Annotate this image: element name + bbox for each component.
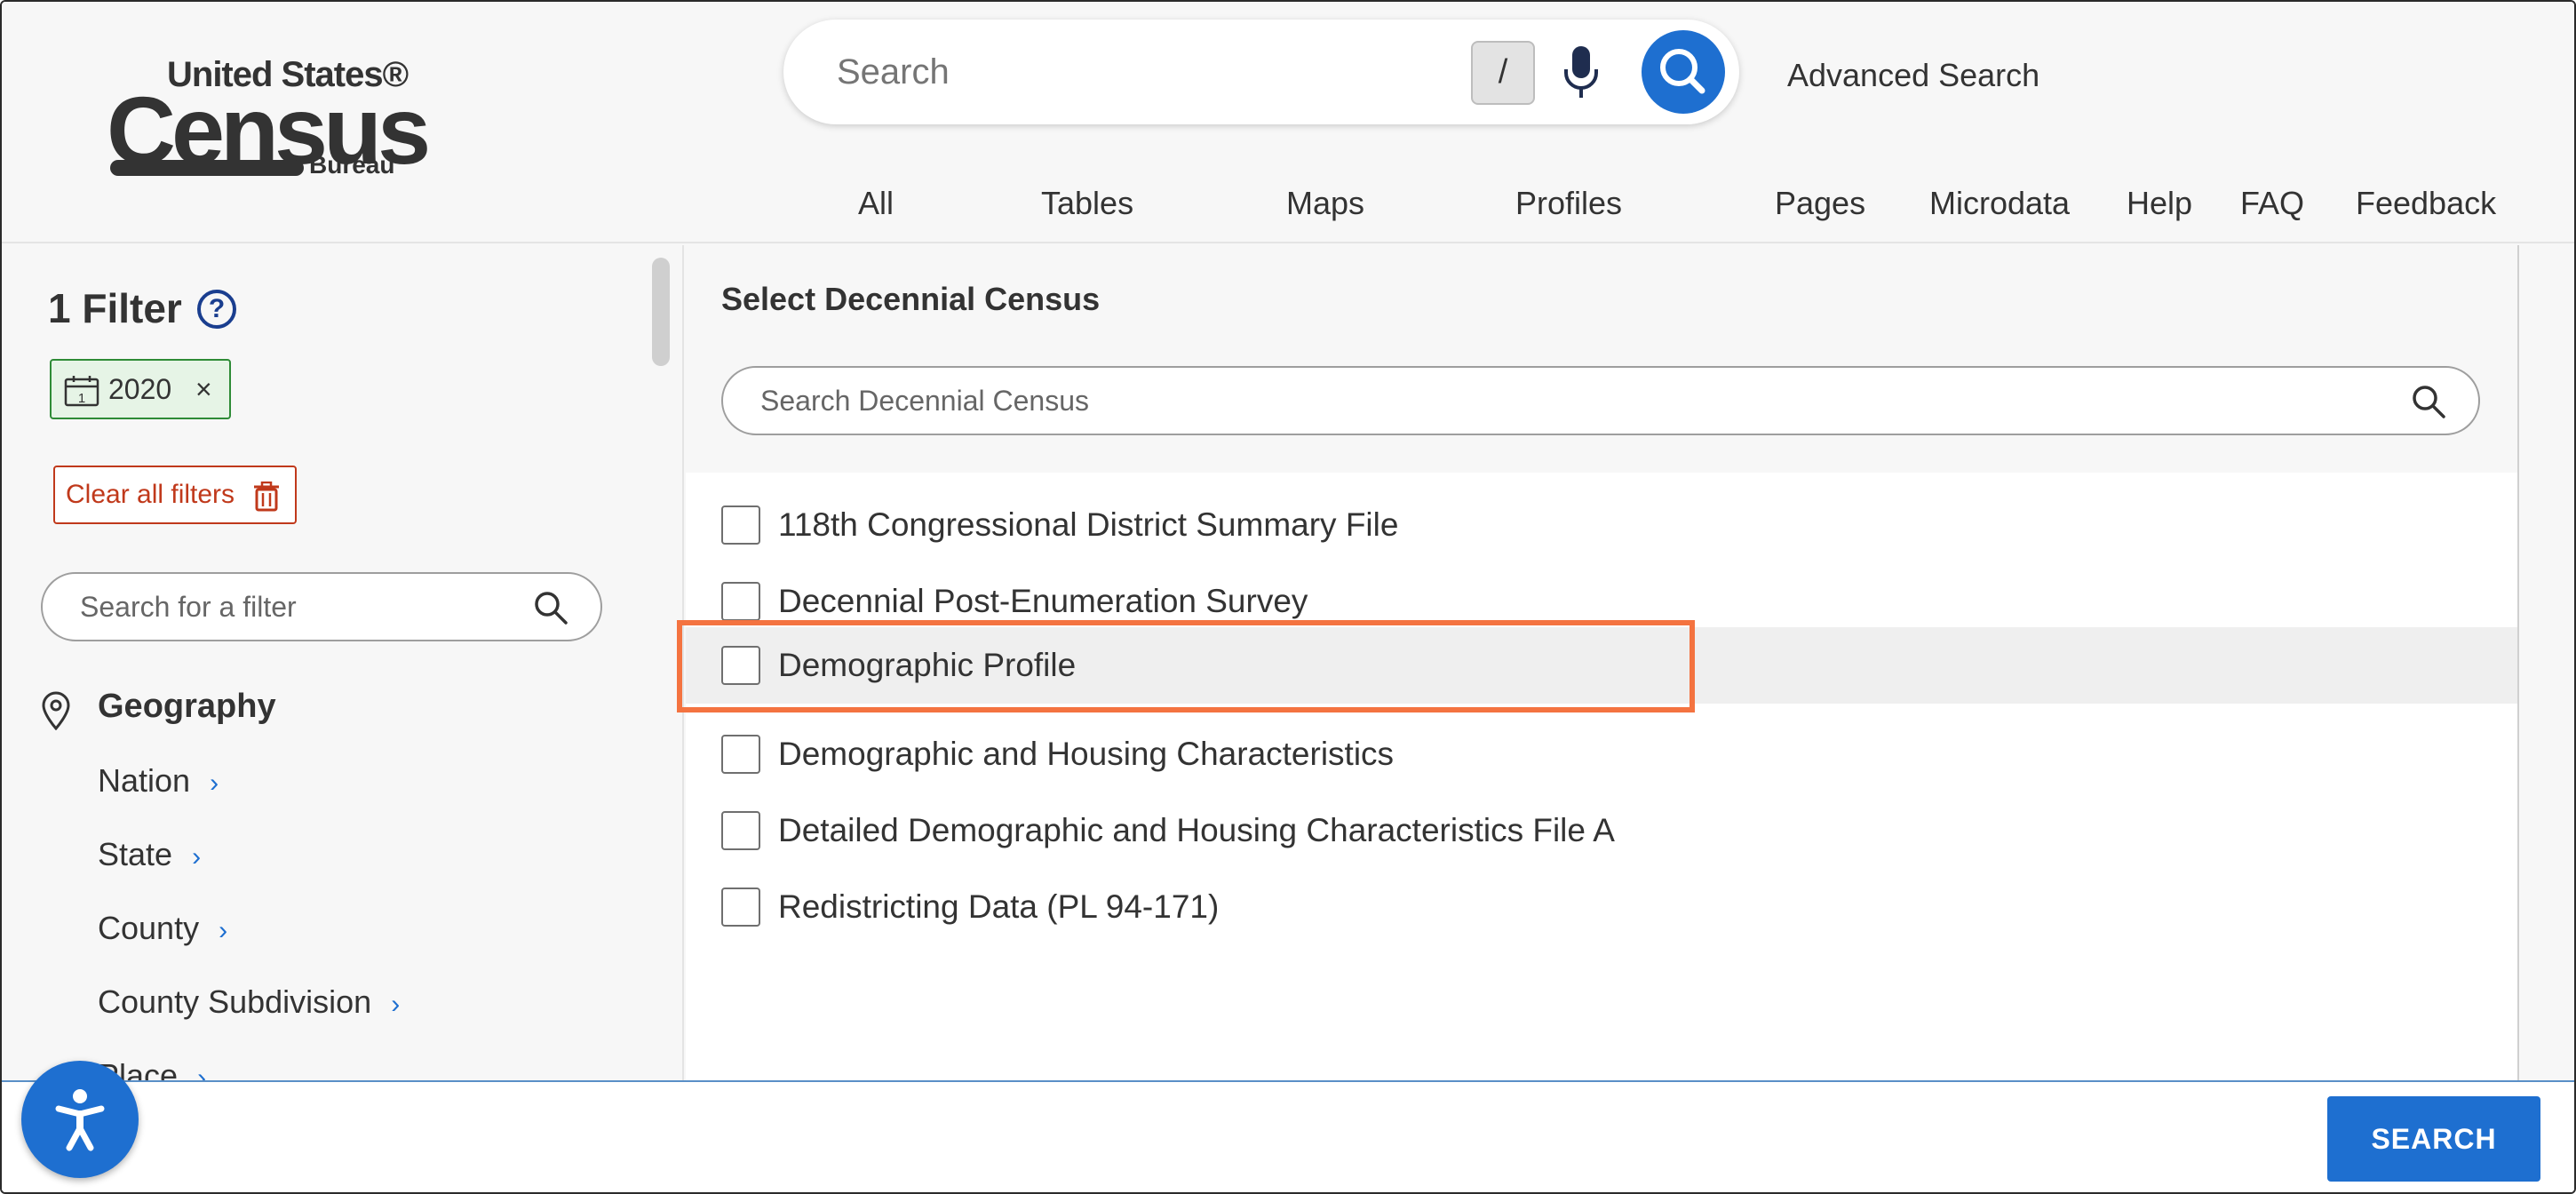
geography-item-label: State — [98, 836, 173, 872]
chevron-right-icon: › — [197, 1063, 207, 1080]
census-logo[interactable]: United States® Census Bureau — [107, 55, 431, 188]
filter-chip-label: 2020 — [108, 373, 172, 405]
tab-microdata[interactable]: Microdata — [1929, 185, 2070, 222]
app-frame: United States® Census Bureau Search / Ad… — [0, 0, 2576, 1194]
chevron-right-icon: › — [391, 990, 401, 1019]
search-submit-button[interactable]: SEARCH — [2327, 1096, 2540, 1182]
geography-item-label: Nation — [98, 762, 191, 799]
option-detailed-dhc-file-a[interactable]: Detailed Demographic and Housing Charact… — [686, 792, 2517, 869]
svg-text:1: 1 — [78, 391, 85, 406]
tab-feedback[interactable]: Feedback — [2356, 185, 2496, 222]
filter-sidebar: 1 Filter ? 1 2020 × Clear all filters Se… — [2, 245, 684, 1080]
search-icon[interactable] — [2411, 384, 2446, 419]
option-label: Detailed Demographic and Housing Charact… — [778, 812, 1615, 848]
sidebar-scrollbar[interactable] — [652, 258, 670, 366]
decennial-census-search-input[interactable]: Search Decennial Census — [721, 366, 2480, 435]
filter-count-title: 1 Filter — [48, 285, 182, 331]
geography-label: Geography — [98, 688, 276, 725]
trash-icon — [254, 482, 279, 512]
tab-all[interactable]: All — [858, 185, 894, 222]
advanced-search-link[interactable]: Advanced Search — [1787, 57, 2039, 94]
active-filter-chip: 1 2020 × — [50, 359, 231, 419]
geography-item-county[interactable]: County › — [98, 910, 227, 947]
global-search-input[interactable]: Search / — [783, 20, 1739, 124]
option-redistricting-data[interactable]: Redistricting Data (PL 94-171) — [686, 869, 2517, 945]
help-icon[interactable]: ? — [197, 290, 236, 329]
tab-profiles[interactable]: Profiles — [1515, 185, 1622, 222]
location-pin-icon — [42, 691, 70, 730]
geography-item-label: County — [98, 910, 200, 946]
page-scrollbar-track[interactable] — [2517, 245, 2574, 1080]
accessibility-icon — [55, 1089, 105, 1151]
logo-bar — [110, 160, 304, 176]
site-header: United States® Census Bureau Search / Ad… — [2, 2, 2574, 243]
option-checkbox[interactable] — [721, 888, 760, 927]
chevron-right-icon: › — [219, 916, 228, 945]
search-icon — [1660, 49, 1705, 94]
tab-faq[interactable]: FAQ — [2240, 185, 2304, 222]
remove-filter-icon[interactable]: × — [195, 361, 212, 418]
option-demographic-housing-characteristics[interactable]: Demographic and Housing Characteristics — [686, 716, 2517, 792]
filter-search-input[interactable]: Search for a filter — [41, 572, 602, 641]
decennial-census-search-placeholder: Search Decennial Census — [760, 385, 1089, 417]
option-label: Redistricting Data (PL 94-171) — [778, 888, 1220, 925]
chevron-right-icon: › — [210, 768, 219, 798]
panel-header: Select Decennial Census Search Decennial… — [686, 245, 2517, 473]
search-icon[interactable] — [533, 590, 568, 625]
slash-shortcut-key: / — [1471, 41, 1535, 105]
tab-help[interactable]: Help — [2127, 185, 2192, 222]
option-118th-congressional-district[interactable]: 118th Congressional District Summary Fil… — [686, 487, 2517, 563]
selection-highlight-outline — [677, 620, 1695, 712]
geography-item-nation[interactable]: Nation › — [98, 762, 219, 800]
option-checkbox[interactable] — [721, 582, 760, 621]
option-label: 118th Congressional District Summary Fil… — [778, 506, 1399, 543]
accessibility-button[interactable] — [21, 1061, 139, 1178]
geography-item-county-subdivision[interactable]: County Subdivision › — [98, 983, 400, 1021]
geography-item-state[interactable]: State › — [98, 836, 201, 873]
panel-title: Select Decennial Census — [721, 281, 1101, 317]
option-checkbox[interactable] — [721, 735, 760, 774]
calendar-icon: 1 — [64, 376, 99, 407]
microphone-icon[interactable] — [1562, 44, 1601, 101]
option-checkbox[interactable] — [721, 811, 760, 850]
option-label: Demographic and Housing Characteristics — [778, 736, 1395, 772]
tab-maps[interactable]: Maps — [1286, 185, 1364, 222]
clear-all-filters-label: Clear all filters — [66, 480, 235, 509]
tab-tables[interactable]: Tables — [1041, 185, 1133, 222]
option-checkbox[interactable] — [721, 505, 760, 545]
footer-bar: SEARCH — [2, 1080, 2574, 1192]
chevron-right-icon: › — [192, 842, 202, 872]
logo-text-bottom: Bureau — [309, 151, 395, 179]
tab-pages[interactable]: Pages — [1775, 185, 1865, 222]
global-search-placeholder: Search — [837, 52, 950, 92]
clear-all-filters-button[interactable]: Clear all filters — [53, 466, 297, 524]
geography-item-label: County Subdivision — [98, 983, 372, 1020]
filter-search-placeholder: Search for a filter — [80, 591, 297, 623]
global-search-button[interactable] — [1642, 30, 1725, 114]
